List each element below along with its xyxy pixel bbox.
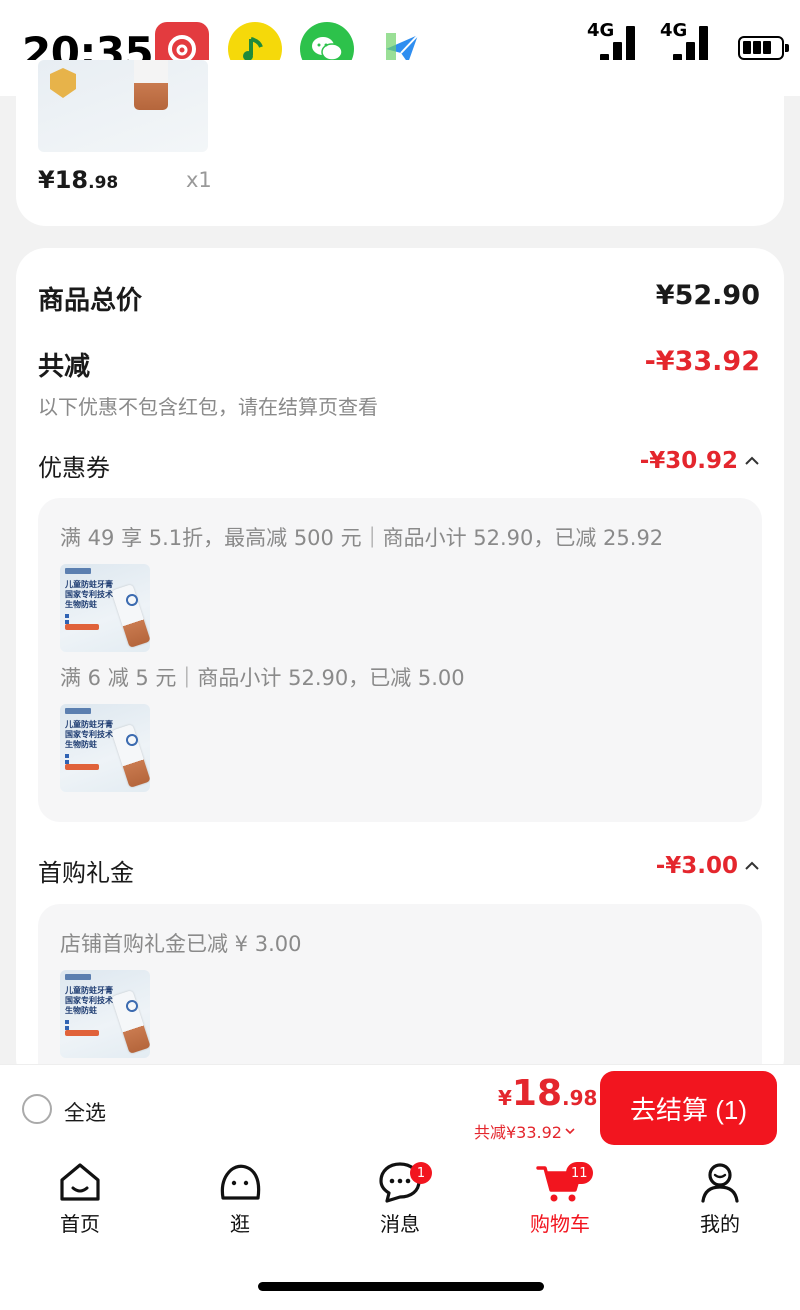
cart-total-discount[interactable]: 共减¥33.92 xyxy=(474,1119,575,1143)
coupon-label: 优惠券 xyxy=(38,454,110,482)
tab-messages-label: 消息 xyxy=(380,1212,420,1236)
browse-icon xyxy=(220,1164,261,1200)
battery-icon xyxy=(738,36,789,60)
home-icon xyxy=(60,1163,100,1201)
tab-profile-label: 我的 xyxy=(700,1212,740,1236)
tab-browse[interactable]: 逛 xyxy=(180,1160,300,1250)
cart-item-card: ¥18.98 x1 xyxy=(16,60,784,226)
cart-total-discount-text: 共减¥33.92 xyxy=(474,1123,562,1142)
network-label-2: 4G xyxy=(660,20,688,41)
home-indicator[interactable] xyxy=(258,1282,544,1291)
item-quantity: x1 xyxy=(186,168,212,192)
network-label-1: 4G xyxy=(587,20,615,41)
total-price-label: 商品总价 xyxy=(38,286,143,316)
select-all-label[interactable]: 全选 xyxy=(64,1097,106,1127)
thumb-text: 生物防蛀 xyxy=(65,1006,97,1015)
gift-product-thumbnail[interactable]: 儿童防蛀牙膏 国家专利技术 生物防蛀 xyxy=(60,970,150,1058)
coupon-product-thumbnail-2[interactable]: 儿童防蛀牙膏 国家专利技术 生物防蛀 xyxy=(60,704,150,792)
tab-browse-label: 逛 xyxy=(230,1212,250,1236)
gift-toggle[interactable]: -¥3.00 xyxy=(656,853,760,879)
coupon-value: -¥30.92 xyxy=(639,448,738,474)
thumb-text: 生物防蛀 xyxy=(65,740,97,749)
discount-label: 共减 xyxy=(38,352,91,382)
profile-icon xyxy=(701,1163,739,1203)
tab-messages[interactable]: 消息 1 xyxy=(340,1160,460,1250)
gift-value: -¥3.00 xyxy=(655,853,738,879)
coupon-product-thumbnail-1[interactable]: 儿童防蛀牙膏 国家专利技术 生物防蛀 xyxy=(60,564,150,652)
gift-rule-1: 店铺首购礼金已减 ¥ 3.00 xyxy=(60,932,302,956)
thumb-text: 国家专利技术 xyxy=(65,996,113,1005)
thumb-text: 儿童防蛀牙膏 xyxy=(65,580,113,589)
tab-cart-label: 购物车 xyxy=(530,1212,590,1236)
thumb-text: 生物防蛀 xyxy=(65,600,97,609)
message-badge: 1 xyxy=(410,1162,432,1184)
chevron-down-icon xyxy=(565,1128,575,1135)
discount-value: -¥33.92 xyxy=(644,346,760,377)
tab-profile[interactable]: 我的 xyxy=(660,1160,780,1250)
gift-details: 店铺首购礼金已减 ¥ 3.00 儿童防蛀牙膏 国家专利技术 生物防蛀 xyxy=(38,904,762,1088)
thumb-text: 国家专利技术 xyxy=(65,730,113,739)
thumb-text: 儿童防蛀牙膏 xyxy=(65,720,113,729)
gift-label: 首购礼金 xyxy=(38,859,134,887)
coupon-details: 满 49 享 5.1折，最高减 500 元｜商品小计 52.90，已减 25.9… xyxy=(38,498,762,822)
tab-home[interactable]: 首页 xyxy=(20,1160,140,1250)
cart-badge: 11 xyxy=(566,1162,593,1184)
chevron-up-icon xyxy=(745,861,759,870)
thumb-text: 国家专利技术 xyxy=(65,590,113,599)
item-price: ¥18.98 xyxy=(38,166,119,194)
tab-cart[interactable]: 购物车 11 xyxy=(500,1160,620,1250)
total-price-value: ¥52.90 xyxy=(655,280,760,311)
chevron-up-icon xyxy=(745,456,759,465)
coupon-rule-2: 满 6 减 5 元｜商品小计 52.90，已减 5.00 xyxy=(60,666,465,690)
select-all-checkbox[interactable] xyxy=(22,1094,52,1124)
coupon-toggle[interactable]: -¥30.92 xyxy=(640,448,760,474)
thumb-text: 儿童防蛀牙膏 xyxy=(65,986,113,995)
coupon-rule-1: 满 49 享 5.1折，最高减 500 元｜商品小计 52.90，已减 25.9… xyxy=(60,526,664,550)
discount-note: 以下优惠不包含红包，请在结算页查看 xyxy=(38,395,378,419)
checkout-button[interactable]: 去结算 (1) xyxy=(600,1071,777,1145)
cart-total-price: ¥18.98 xyxy=(498,1073,598,1114)
tab-home-label: 首页 xyxy=(60,1212,100,1236)
price-summary-card: 商品总价 ¥52.90 共减 -¥33.92 以下优惠不包含红包，请在结算页查看… xyxy=(16,248,784,1088)
product-thumbnail[interactable] xyxy=(38,60,208,152)
checkout-bar: 全选 ¥18.98 共减¥33.92 去结算 (1) xyxy=(0,1064,800,1154)
